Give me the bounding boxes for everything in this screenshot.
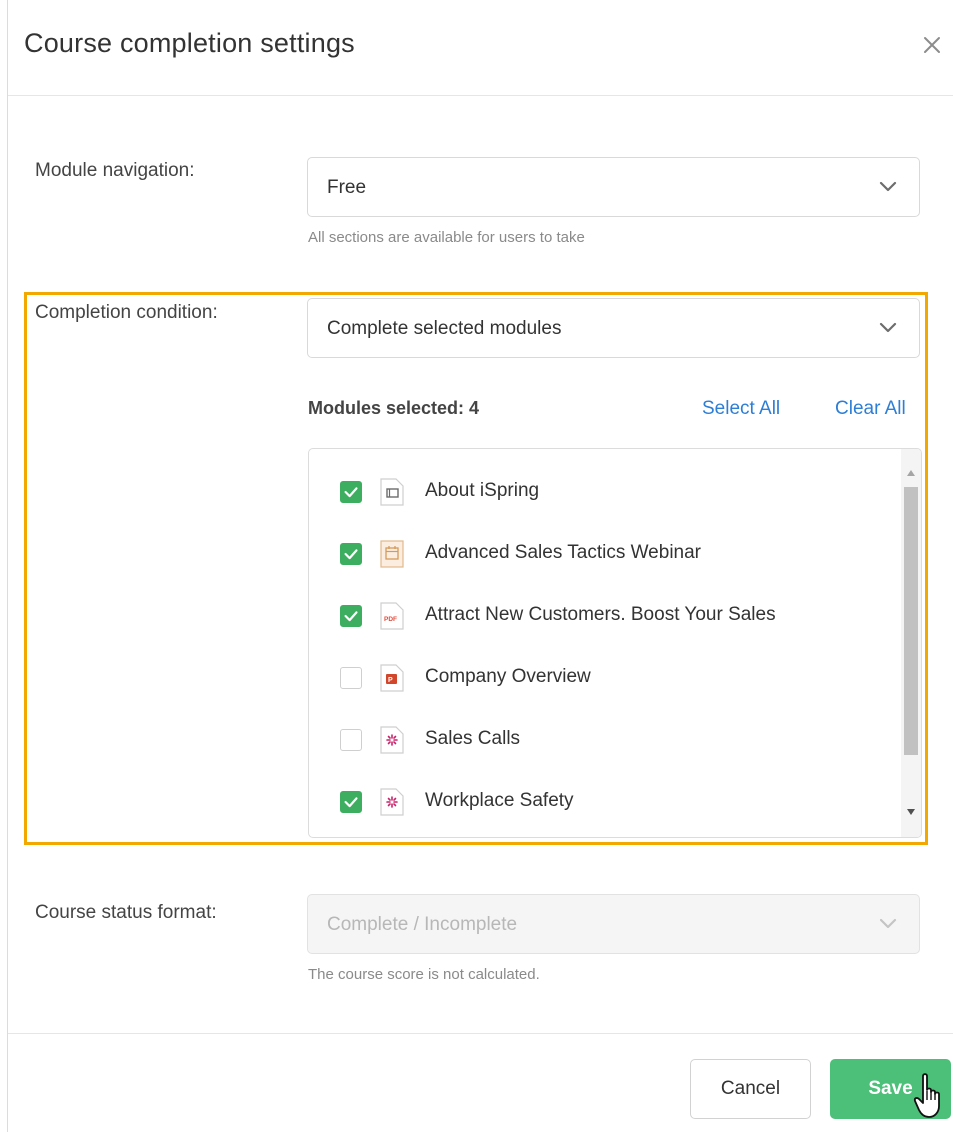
completion-condition-label: Completion condition: [35,302,218,323]
module-name: Workplace Safety [425,790,574,811]
course-status-format-value: Complete / Incomplete [327,914,518,935]
list-item[interactable]: Workplace Safety [309,771,895,833]
checkbox-unchecked[interactable] [340,667,362,689]
chevron-down-icon [879,322,897,333]
modules-list: About iSpring Advanced Sales Tactics Web… [308,448,922,838]
scrollbar-thumb[interactable] [904,487,918,755]
checkbox-checked[interactable] [340,543,362,565]
scroll-down-arrow-icon[interactable] [906,808,916,816]
checkbox-checked[interactable] [340,481,362,503]
svg-text:P: P [388,677,393,684]
dialog-title: Course completion settings [24,28,355,58]
module-navigation-hint: All sections are available for users to … [308,229,585,246]
chevron-down-icon [879,181,897,192]
course-status-format-label: Course status format: [35,902,217,923]
calendar-file-icon [380,540,404,568]
checkmark-icon [344,797,358,808]
course-status-hint: The course score is not calculated. [308,966,540,983]
list-item[interactable]: PDF Attract New Customers. Boost Your Sa… [309,585,895,647]
completion-condition-select[interactable]: Complete selected modules [307,298,920,358]
module-name: Company Overview [425,666,591,687]
svg-text:PDF: PDF [384,616,397,623]
powerpoint-file-icon: P [380,664,404,692]
dialog-footer [8,1033,953,1132]
checkmark-icon [344,611,358,622]
module-name: About iSpring [425,480,540,501]
checkmark-icon [344,487,358,498]
scroll-up-arrow-icon[interactable] [906,469,916,477]
hand-pointer-cursor-icon [913,1073,940,1118]
chevron-down-icon [879,918,897,929]
module-navigation-label: Module navigation: [35,160,195,181]
interaction-file-icon [380,788,404,816]
module-navigation-select[interactable]: Free [307,157,920,217]
checkbox-unchecked[interactable] [340,729,362,751]
list-item[interactable]: Sales Calls [309,709,895,771]
course-completion-dialog: Course completion settings Module naviga… [7,0,953,1132]
checkmark-icon [344,549,358,560]
checkbox-checked[interactable] [340,791,362,813]
interaction-file-icon [380,726,404,754]
close-icon[interactable] [920,33,944,57]
select-all-link[interactable]: Select All [702,398,780,420]
completion-condition-value: Complete selected modules [327,318,562,339]
dialog-header: Course completion settings [8,0,953,96]
clear-all-link[interactable]: Clear All [835,398,906,420]
course-status-format-select: Complete / Incomplete [307,894,920,954]
module-name: Advanced Sales Tactics Webinar [425,542,702,563]
pdf-file-icon: PDF [380,602,404,630]
checkbox-checked[interactable] [340,605,362,627]
list-item[interactable]: About iSpring [309,461,895,523]
module-navigation-value: Free [327,177,367,198]
cancel-button[interactable]: Cancel [690,1059,811,1119]
module-name: Sales Calls [425,728,521,749]
module-name: Attract New Customers. Boost Your Sales [425,604,776,625]
list-item[interactable]: Advanced Sales Tactics Webinar [309,523,895,585]
modules-selected-count: Modules selected: 4 [308,398,480,418]
scrollbar[interactable] [901,449,921,837]
slide-file-icon [380,478,404,506]
list-item[interactable]: P Company Overview [309,647,895,709]
